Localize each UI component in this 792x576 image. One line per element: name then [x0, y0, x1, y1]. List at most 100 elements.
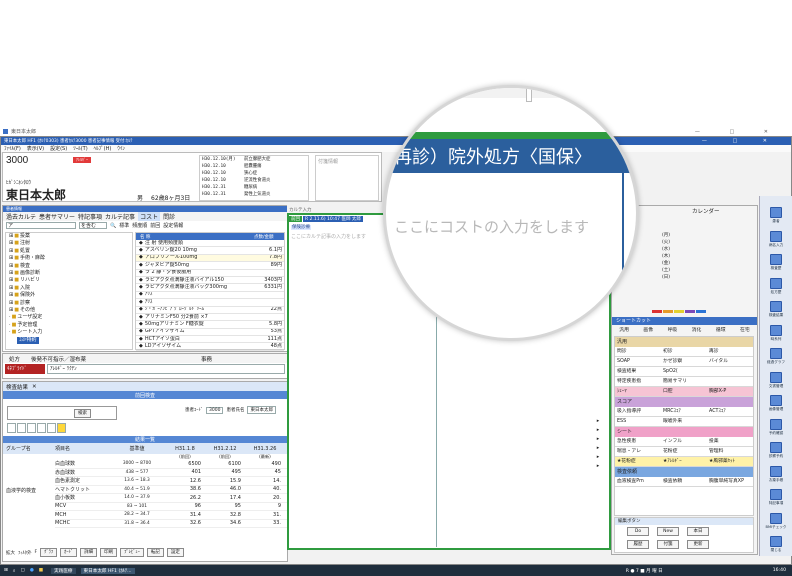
filter-check[interactable]: ﾌｨﾙﾀ外 — [18, 550, 32, 556]
shortcut-button[interactable]: 初診 — [661, 347, 707, 356]
zoom-check[interactable]: 拡大 — [6, 550, 15, 556]
shortcut-button[interactable]: 血液検査Pm — [615, 477, 661, 486]
disease-list[interactable]: H30.12.10(月) 前立腺肥大症 H30.12.10 胆嚢腫瘍 H30.12.… — [199, 155, 309, 201]
frequency-check[interactable]: 頻度順 — [132, 222, 147, 229]
tree-item[interactable]: ⊞■保険外 — [9, 292, 132, 299]
taskbar-app-2[interactable]: 東日本太郎 HF1 (ｶﾙﾃ... — [80, 567, 135, 574]
shortcut-button[interactable]: ACTｽｺｱ — [707, 407, 753, 416]
tree-item[interactable]: ⊞■手術・麻酔 — [9, 255, 132, 262]
menu-view[interactable]: 表示(V) — [27, 145, 44, 152]
menu-file[interactable]: ﾌｧｲﾙ(F) — [4, 145, 21, 152]
shortcut-button[interactable]: 喘息・アレ — [615, 447, 661, 456]
shortcut-button[interactable]: 花粉症 — [661, 447, 707, 456]
list-item[interactable]: ◆ ｱﾘｽ — [136, 292, 284, 300]
shortcut-button[interactable]: 特定疾患指 — [615, 377, 661, 386]
tree-item[interactable]: ⊞■診察 — [9, 300, 132, 307]
expand-icon[interactable]: ⊞ — [9, 255, 13, 261]
shortcut-tab[interactable]: 循環 — [716, 326, 726, 333]
nav-right-icon[interactable]: ▸ — [589, 427, 607, 433]
detail-button[interactable]: 詳細 — [80, 548, 98, 557]
filter-boxes[interactable] — [7, 423, 66, 433]
menu-help[interactable]: ﾍﾙﾌﾟ(H) — [94, 145, 112, 152]
shortcut-button[interactable]: インフル — [661, 437, 707, 446]
shortcut-button[interactable]: ｼｪｰﾏ — [615, 387, 661, 396]
calendar-weekdays[interactable]: (月) (火) (水) (木) (金) (土) (日) — [662, 232, 670, 281]
sidebar-button[interactable]: BMIチェック — [765, 512, 787, 530]
expand-icon[interactable]: · — [9, 314, 11, 320]
update-button[interactable]: 更新 — [687, 540, 709, 549]
shortcut-button[interactable]: ★ｱﾚﾙｷﾞｰ — [661, 457, 707, 466]
previous-check[interactable]: 前回 — [150, 222, 160, 229]
sidebar-button[interactable]: 時系列 — [765, 324, 787, 342]
memo-input[interactable]: ｱﾚﾙｷﾞｰ ﾜｸﾁﾝ — [47, 364, 285, 374]
menu-settings[interactable]: 設定(S) — [50, 145, 67, 152]
shortcut-button[interactable]: 吸入指導評 — [615, 407, 661, 416]
print-button[interactable]: 印刷 — [100, 548, 118, 557]
shortcut-button[interactable] — [707, 377, 753, 386]
list-item[interactable]: ◆ アスベリン錠20 10mg 6.1円 — [136, 247, 284, 255]
nav-right-icon[interactable]: ▸ — [589, 436, 607, 442]
calendar-day[interactable]: (土) — [662, 267, 670, 274]
shortcut-button[interactable]: SOAP — [615, 357, 661, 366]
expand-icon[interactable]: ⊞ — [9, 300, 13, 306]
shortcut-button[interactable]: ESS — [615, 417, 661, 426]
karte-side-nav[interactable]: ▸ ▸ ▸ ▸ ▸ ▸ — [589, 415, 607, 535]
preview-button[interactable]: ﾌﾟﾚﾋﾞｭｰ — [120, 548, 144, 557]
nav-right-icon[interactable]: ▸ — [589, 463, 607, 469]
calendar-day[interactable]: (火) — [662, 239, 670, 246]
shortcut-button[interactable]: バイタル — [707, 357, 753, 366]
table-row[interactable]: MCHC 31.8 ~ 36.4 32.6 34.6 33. — [55, 520, 287, 528]
tree-item[interactable]: ⊞■注射 — [9, 240, 132, 247]
history-button[interactable]: 履歴 — [627, 540, 649, 549]
search-button[interactable]: 検索 — [74, 409, 91, 418]
tree-item[interactable]: ·■シート入力 — [9, 329, 132, 336]
list-item[interactable]: ◆ アロプリノール100mg 7.8円 — [136, 254, 284, 263]
list-item[interactable]: ◆ 50mgアリナミン F糖衣錠 5.8円 — [136, 321, 284, 329]
list-item[interactable]: ◆ ラピアクタ点滴静注液バイアル150 3403円 — [136, 277, 284, 285]
list-item[interactable]: ◆ HCTアイソ蛋白 111点 — [136, 336, 284, 344]
calendar-day[interactable]: (木) — [662, 253, 670, 260]
taskbar-app-1[interactable]: 実践医療 — [51, 567, 76, 574]
shortcut-button[interactable]: 再診 — [707, 347, 753, 356]
tree-item[interactable]: ·■ユーザ設定 — [9, 314, 132, 321]
standard-label[interactable]: 標準 — [119, 222, 129, 229]
sidebar-button[interactable]: 病名入力 — [765, 230, 787, 248]
shortcut-button[interactable]: かぜ診察 — [661, 357, 707, 366]
do-button[interactable]: Do — [627, 527, 649, 536]
shortcut-button[interactable]: 問診 — [615, 347, 661, 356]
sidebar-button[interactable]: 検査結果 — [765, 301, 787, 318]
expand-icon[interactable]: ⊞ — [9, 233, 13, 239]
tab-cost[interactable]: コスト — [138, 212, 161, 221]
f-check[interactable]: F — [35, 550, 38, 555]
allergy-badge[interactable]: ｱﾚﾙｷﾞｰ — [73, 157, 91, 163]
list-item[interactable]: ◆ ジャヌビア錠50mg 89円 — [136, 262, 284, 270]
list-item[interactable]: ◆ ラ 2 静・夕食後服用 — [136, 270, 284, 277]
menu-window[interactable]: ｳｲﾝ — [117, 145, 125, 152]
shortcut-button[interactable]: 口腔 — [661, 387, 707, 396]
search-icon[interactable]: 🔍 — [110, 223, 116, 229]
sidebar-button[interactable]: お薬手帳 — [765, 465, 787, 483]
item-list[interactable]: 名 称 点数/金額 ◆ 注 射 使用頻度順 ◆ アスベリン錠20 10mg 6.1円 ◆ ア… — [135, 232, 285, 351]
tab-notes[interactable]: 特記事項 — [78, 212, 102, 221]
shortcut-button[interactable]: 胸腹単純写真XP — [707, 477, 753, 486]
expand-icon[interactable]: ⊞ — [9, 277, 13, 283]
shortcut-button[interactable]: 眼嘘外来 — [661, 417, 707, 426]
memo-tag[interactable]: ｷﾈﾌﾞﾗｲﾄﾞ — [5, 364, 45, 374]
date-filter[interactable]: 検索 — [7, 406, 117, 420]
card-button[interactable]: ｶｰﾄﾞ — [60, 548, 78, 557]
shortcut-button[interactable]: ★花粉症 — [615, 457, 661, 466]
list-item[interactable]: ◆ アリナミンF50 分2食前 ×7 — [136, 314, 284, 322]
table-row[interactable]: ヘマトクリット 40.4 ~ 51.9 38.6 46.0 40. — [55, 486, 287, 494]
shortcut-button[interactable]: 投薬 — [707, 437, 753, 446]
search-mode-select[interactable]: を含む — [79, 222, 107, 229]
start-icon[interactable]: ⊞ — [4, 568, 8, 573]
expand-icon[interactable]: ⊞ — [9, 307, 13, 313]
list-item[interactable]: ◆ 注 射 使用頻度順 — [136, 240, 284, 248]
sidebar-button[interactable]: 患者 — [765, 207, 787, 224]
category-tree[interactable]: ⊞■投薬 ⊞■注射 ⊞■処置 ⊞■手術・麻酔 ⊞■検査 ⊞■画像診断 ⊞■リハビリ ⊞■入院 ⊞… — [5, 232, 133, 350]
tab-past-karte[interactable]: 過去カルテ — [6, 212, 36, 221]
task-view-icon[interactable]: ▢ — [20, 568, 24, 573]
karte-prev-tab[interactable]: 前回 — [289, 216, 302, 222]
settings-info-button[interactable]: 設定情報 — [163, 222, 183, 229]
expand-icon[interactable]: ⊞ — [9, 248, 13, 254]
